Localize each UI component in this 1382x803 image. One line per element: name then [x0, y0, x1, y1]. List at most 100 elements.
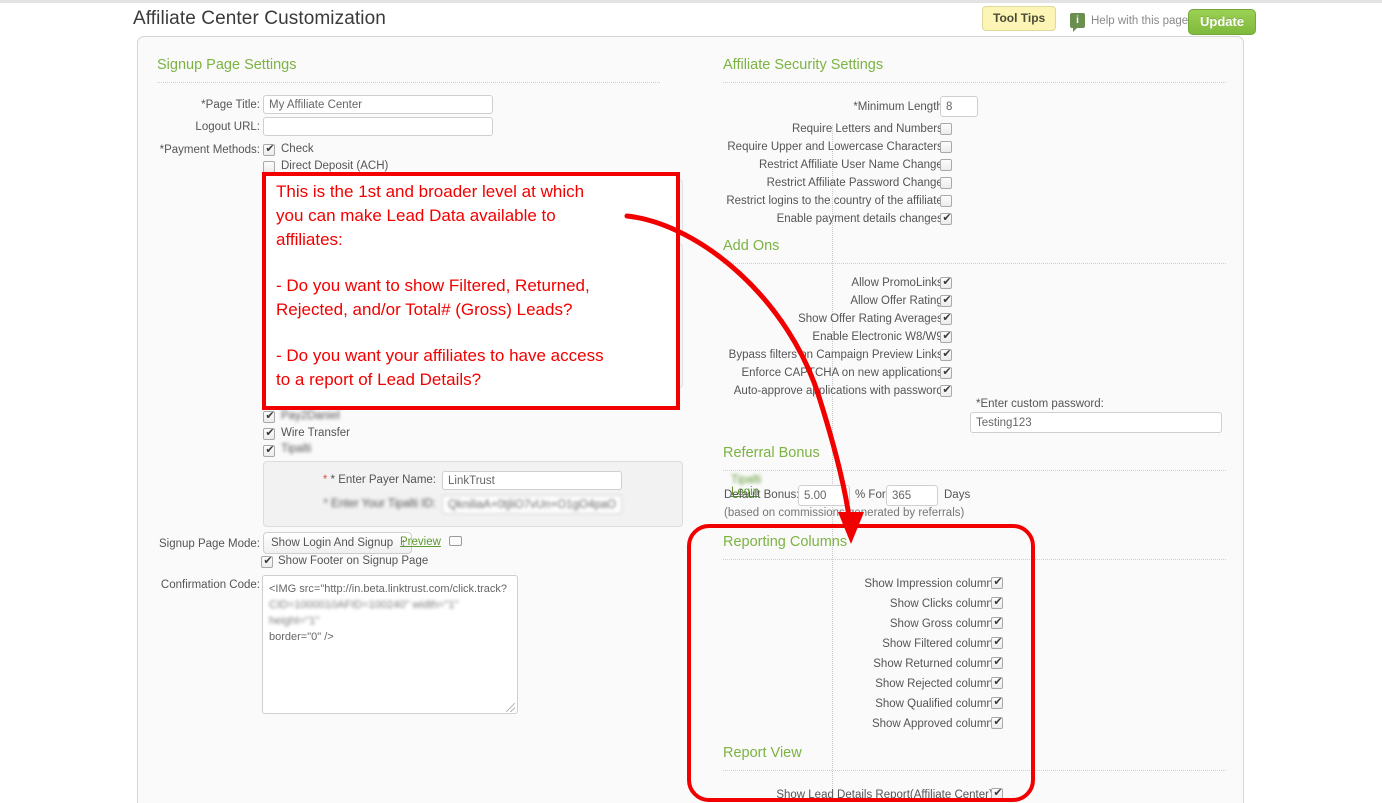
addon-row-label-3: Enable Electronic W8/W9: [812, 331, 946, 343]
annotation-spacer-2 [276, 322, 672, 344]
section-title-referral-bonus: Referral Bonus [723, 445, 820, 461]
logout-url-label: Logout URL: [195, 121, 260, 133]
annotation-line-4: - Do you want to show Filtered, Returned… [276, 276, 590, 295]
minimum-length-input[interactable] [940, 96, 978, 117]
page-title: Affiliate Center Customization [133, 8, 386, 29]
payment-method-check-paypal[interactable] [263, 409, 276, 423]
security-row-checkbox-5[interactable] [940, 211, 953, 225]
addon-row-label-5: Enforce CAPTCHA on new applications: [741, 367, 946, 379]
page-title-label: *Page Title: [201, 99, 260, 111]
addon-row-checkbox-2[interactable] [940, 311, 953, 325]
annotation-text: This is the 1st and broader level at whi… [276, 180, 672, 392]
page-title-input[interactable] [263, 95, 493, 114]
confirmation-code-label: Confirmation Code: [160, 579, 260, 591]
reporting-row-label-5: Show Rejected column: [875, 678, 996, 690]
reporting-row-checkbox-2[interactable] [991, 615, 1004, 629]
percent-for-label: % For [855, 489, 886, 501]
preview-window-icon [449, 536, 462, 546]
logout-url-input[interactable] [263, 117, 493, 136]
security-row-checkbox-1[interactable] [940, 141, 952, 153]
security-row-label-4: Restrict logins to the country of the af… [726, 195, 946, 207]
payment-method-label-paypal: Pay2Daniel [281, 410, 340, 422]
signup-page-mode-label: Signup Page Mode: [158, 538, 260, 550]
section-title-signup-page-settings: Signup Page Settings [157, 57, 297, 73]
minimum-length-label: *Minimum Length: [853, 101, 946, 113]
reporting-row-checkbox-3[interactable] [991, 635, 1004, 649]
help-link[interactable]: i Help with this page [1070, 13, 1189, 32]
reporting-row-checkbox-0[interactable] [991, 575, 1004, 589]
show-footer-checkbox[interactable] [261, 554, 274, 568]
section-title-add-ons: Add Ons [723, 238, 780, 254]
update-button[interactable]: Update [1188, 9, 1257, 35]
security-row-checkbox-3[interactable] [940, 177, 952, 189]
section-title-report-view: Report View [723, 745, 802, 761]
addon-row-label-2: Show Offer Rating Averages: [798, 313, 946, 325]
annotation-line-7: to a report of Lead Details? [276, 370, 482, 389]
reporting-row-label-6: Show Qualified column: [875, 698, 996, 710]
reporting-row-checkbox-4[interactable] [991, 655, 1004, 669]
annotation-line-2: you can make Lead Data available to [276, 206, 556, 225]
top-divider [0, 0, 1382, 3]
confirmation-code-textarea[interactable]: <IMG src="http://in.beta.linktrust.com/c… [262, 575, 518, 714]
reporting-row-checkbox-6[interactable] [991, 695, 1004, 709]
security-row-label-5: Enable payment details changes: [776, 213, 946, 225]
payment-method-label-wire-transfer: Wire Transfer [281, 427, 351, 439]
payment-method-label-direct-deposit: Direct Deposit (ACH) [281, 160, 389, 172]
section-rule [157, 82, 660, 83]
tipalti-detail-box: * * Enter Payer Name:* Enter Payer Name:… [263, 461, 761, 527]
payment-method-check-check[interactable] [263, 142, 276, 156]
tipalti-id-input[interactable] [442, 495, 622, 514]
payment-method-check-tipalti[interactable] [263, 443, 276, 457]
preview-link[interactable]: Preview [400, 536, 441, 548]
show-footer-label: Show Footer on Signup Page [278, 555, 429, 567]
reporting-row-checkbox-1[interactable] [991, 595, 1004, 609]
addon-row-checkbox-5[interactable] [940, 365, 953, 379]
payment-method-label-check: Check [281, 143, 314, 155]
addon-row-label-1: Allow Offer Rating: [850, 295, 946, 307]
default-bonus-input[interactable] [798, 485, 850, 506]
addon-row-checkbox-1[interactable] [940, 293, 953, 307]
section-title-reporting-columns: Reporting Columns [723, 534, 848, 550]
payment-methods-label: *Payment Methods: [159, 144, 260, 156]
lead-details-report-label: Show Lead Details Report(Affiliate Cente… [776, 789, 996, 801]
section-rule [723, 263, 1226, 264]
payment-method-check-wire-transfer[interactable] [263, 426, 276, 440]
addon-row-checkbox-0[interactable] [940, 275, 953, 289]
security-row-label-3: Restrict Affiliate Password Change: [766, 177, 946, 189]
addon-row-checkbox-4[interactable] [940, 347, 953, 361]
addon-row-label-4: Bypass filters on Campaign Preview Links… [728, 349, 946, 361]
addon-row-checkbox-6[interactable] [940, 383, 953, 397]
section-rule [723, 82, 1226, 83]
reporting-row-checkbox-7[interactable] [991, 715, 1004, 729]
app-root: Affiliate Center Customization Tool Tips… [0, 0, 1382, 803]
security-row-checkbox-0[interactable] [940, 123, 952, 135]
tool-tips-button[interactable]: Tool Tips [982, 6, 1057, 31]
reporting-row-label-4: Show Returned column: [873, 658, 996, 670]
reporting-row-label-7: Show Approved column: [871, 718, 996, 730]
annotation-spacer-1 [276, 252, 672, 274]
reporting-row-label-1: Show Clicks column: [889, 598, 996, 610]
days-label: Days [944, 489, 971, 501]
security-row-label-1: Require Upper and Lowercase Characters: [727, 141, 946, 153]
security-row-checkbox-4[interactable] [940, 195, 952, 207]
tipalti-id-label: * Enter Your Tipalti ID: [323, 498, 436, 510]
info-icon: i [1070, 13, 1085, 32]
addon-row-label-6: Auto-approve applications with password: [733, 385, 946, 397]
signup-page-mode-select[interactable]: Show Login And Signup [263, 532, 413, 554]
textarea-resize-grip[interactable] [506, 703, 515, 712]
security-row-checkbox-2[interactable] [940, 159, 952, 171]
annotation-line-3: affiliates: [276, 230, 343, 249]
addon-row-checkbox-3[interactable] [940, 329, 953, 343]
custom-password-input[interactable] [970, 412, 1222, 433]
section-rule [723, 470, 1226, 471]
reporting-row-checkbox-5[interactable] [991, 675, 1004, 689]
confirmation-code-line-3: border="0" /> [269, 631, 334, 643]
confirmation-code-line-1: <IMG src="http://in.beta.linktrust.com/c… [269, 583, 508, 595]
help-label: Help with this page [1091, 14, 1189, 27]
lead-details-report-checkbox[interactable] [991, 786, 1004, 800]
annotation-line-6: - Do you want your affiliates to have ac… [276, 346, 604, 365]
days-input[interactable] [886, 485, 938, 506]
custom-password-label: *Enter custom password: [976, 398, 1104, 410]
tipalti-payer-name-input[interactable] [442, 471, 622, 490]
reporting-row-label-2: Show Gross column: [889, 618, 996, 630]
